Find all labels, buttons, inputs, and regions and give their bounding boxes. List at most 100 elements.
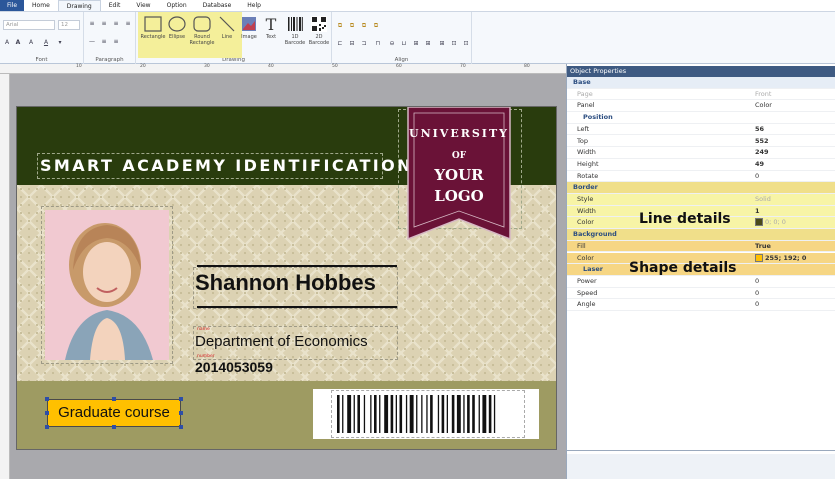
- font-color-icon[interactable]: A: [27, 39, 35, 46]
- property-value[interactable]: 56: [755, 124, 764, 136]
- ruler-mark: 70: [460, 64, 466, 69]
- resize-handle-ml[interactable]: [45, 411, 49, 415]
- menu-view[interactable]: View: [128, 0, 158, 11]
- student-id-number[interactable]: 2014053059: [195, 359, 273, 375]
- property-value[interactable]: 0: [755, 171, 759, 183]
- property-row[interactable]: Rotate 0: [567, 171, 835, 183]
- barcode-1d-tool-button[interactable]: 1D Barcode: [283, 16, 307, 46]
- ellipse-tool-label: Ellipse: [168, 34, 186, 40]
- department-text[interactable]: Department of Economics: [195, 333, 368, 350]
- menu-home[interactable]: Home: [24, 0, 58, 11]
- font-family-input[interactable]: Arial: [3, 20, 55, 30]
- same-height-icon[interactable]: ⊡: [450, 40, 458, 47]
- ungroup-icon[interactable]: ⊞: [424, 40, 432, 47]
- property-value[interactable]: 255; 192; 0: [755, 253, 806, 265]
- valign-top-icon[interactable]: —: [88, 38, 96, 45]
- barcode-2d-tool-button[interactable]: 2D Barcode: [307, 16, 331, 46]
- property-value[interactable]: Solid: [755, 194, 771, 206]
- property-row[interactable]: Fill True: [567, 240, 835, 253]
- align-left-icon[interactable]: ≡: [88, 20, 96, 27]
- align-right-icon[interactable]: ≡: [112, 20, 120, 27]
- resize-handle-mr[interactable]: [179, 411, 183, 415]
- property-row[interactable]: Page Front: [567, 89, 835, 101]
- valign-bottom-icon[interactable]: ≡: [112, 38, 120, 45]
- image-tool-button[interactable]: Image: [239, 16, 259, 40]
- property-row[interactable]: Angle 0: [567, 299, 835, 311]
- property-value[interactable]: 0: [755, 288, 759, 300]
- align-left-objects-icon[interactable]: ⊏: [336, 40, 344, 47]
- ellipse-tool-button[interactable]: Ellipse: [167, 16, 187, 40]
- text-tool-button[interactable]: T Text: [261, 16, 281, 40]
- send-to-back-icon[interactable]: ⧉: [372, 22, 380, 29]
- property-row[interactable]: Speed 0: [567, 288, 835, 300]
- line-tool-button[interactable]: Line: [217, 16, 237, 40]
- menu-file[interactable]: File: [0, 0, 25, 11]
- property-row[interactable]: Top 552: [567, 136, 835, 148]
- align-center-objects-icon[interactable]: ⊟: [348, 40, 356, 47]
- id-card[interactable]: SMART ACADEMY IDENTIFICATION UNIVERSITY …: [16, 106, 557, 450]
- font-size-up-icon[interactable]: A: [3, 39, 11, 46]
- align-center-icon[interactable]: ≡: [100, 20, 108, 27]
- group-icon[interactable]: ⊞: [412, 40, 420, 47]
- card-title[interactable]: SMART ACADEMY IDENTIFICATION: [37, 153, 411, 179]
- property-row[interactable]: Left 56: [567, 124, 835, 136]
- property-value[interactable]: 0: [755, 299, 759, 311]
- resize-handle-br[interactable]: [179, 425, 183, 429]
- barcode-1d-icon: [288, 17, 303, 31]
- property-category[interactable]: Base: [567, 77, 835, 89]
- property-value[interactable]: 49: [755, 159, 764, 171]
- text-icon: T: [266, 16, 277, 32]
- align-bottom-objects-icon[interactable]: ⊔: [400, 40, 408, 47]
- student-photo[interactable]: [45, 210, 169, 360]
- underline-icon[interactable]: A: [42, 39, 50, 46]
- property-value[interactable]: 0: [755, 276, 759, 288]
- same-size-icon[interactable]: ⊡: [462, 40, 470, 47]
- property-value[interactable]: Front: [755, 89, 771, 101]
- font-size-input[interactable]: 12: [58, 20, 80, 30]
- align-middle-objects-icon[interactable]: ⊖: [388, 40, 396, 47]
- university-logo[interactable]: UNIVERSITY OF YOUR LOGO: [406, 107, 514, 241]
- property-row[interactable]: Power 0: [567, 276, 835, 288]
- resize-handle-tl[interactable]: [45, 397, 49, 401]
- student-name[interactable]: Shannon Hobbes: [195, 270, 376, 296]
- property-key: Panel: [577, 101, 595, 110]
- resize-handle-bm[interactable]: [112, 425, 116, 429]
- property-value[interactable]: 1: [755, 206, 760, 218]
- bold-icon[interactable]: A: [14, 39, 22, 46]
- menu-option[interactable]: Option: [159, 0, 195, 11]
- property-value[interactable]: 552: [755, 136, 769, 148]
- valign-middle-icon[interactable]: ≡: [100, 38, 108, 45]
- property-value[interactable]: 249: [755, 147, 769, 159]
- property-row[interactable]: Width 249: [567, 147, 835, 159]
- resize-handle-bl[interactable]: [45, 425, 49, 429]
- property-value[interactable]: True: [755, 241, 771, 253]
- menu-drawing[interactable]: Drawing: [57, 0, 101, 11]
- resize-handle-tr[interactable]: [179, 397, 183, 401]
- rectangle-tool-button[interactable]: Rectangle: [140, 16, 166, 40]
- property-row[interactable]: Panel Color: [567, 100, 835, 113]
- property-category[interactable]: Background: [567, 229, 835, 241]
- property-category[interactable]: Position: [567, 112, 835, 124]
- property-row[interactable]: Height 49: [567, 159, 835, 171]
- resize-handle-tm[interactable]: [112, 397, 116, 401]
- property-value[interactable]: 0; 0; 0: [755, 217, 786, 229]
- round-rectangle-tool-button[interactable]: Round Rectangle: [189, 16, 215, 46]
- same-width-icon[interactable]: ⊞: [438, 40, 446, 47]
- property-value[interactable]: Color: [755, 100, 772, 112]
- menu-edit[interactable]: Edit: [101, 0, 129, 11]
- course-shape[interactable]: Graduate course: [47, 399, 181, 427]
- menu-database[interactable]: Database: [195, 0, 240, 11]
- property-key: Speed: [577, 288, 598, 297]
- bring-to-front-icon[interactable]: ⧉: [360, 22, 368, 29]
- send-backward-icon[interactable]: ⧉: [348, 22, 356, 29]
- font-group-caption: Font: [35, 57, 48, 63]
- align-top-objects-icon[interactable]: ⊓: [374, 40, 382, 47]
- font-more-icon[interactable]: ▾: [56, 39, 64, 46]
- bring-forward-icon[interactable]: ⧉: [336, 22, 344, 29]
- menu-help[interactable]: Help: [239, 0, 269, 11]
- font-group: Arial 12 A A A A ▾ Font: [0, 12, 84, 64]
- property-row[interactable]: Style Solid: [567, 194, 835, 206]
- justify-icon[interactable]: ≡: [124, 20, 132, 27]
- align-right-objects-icon[interactable]: ⊐: [360, 40, 368, 47]
- property-category[interactable]: Border: [567, 182, 835, 194]
